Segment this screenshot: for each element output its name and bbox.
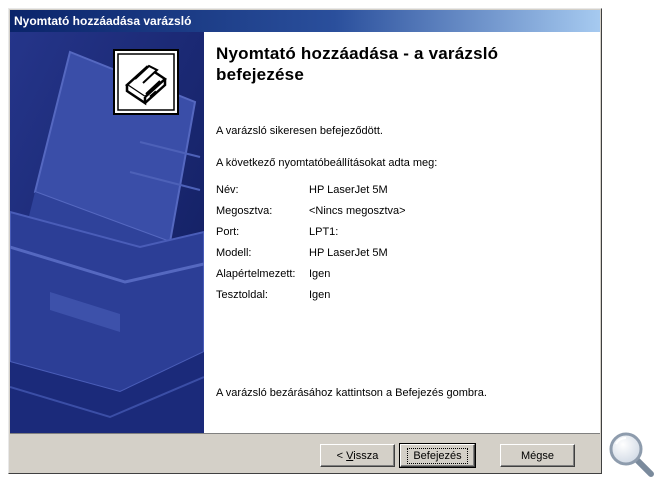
intro-text: A következő nyomtatóbeállításokat adta m…	[216, 157, 438, 169]
setting-label: Modell:	[216, 247, 252, 259]
magnifier-icon[interactable]	[606, 430, 658, 480]
back-button[interactable]: < Vissza	[320, 444, 395, 467]
setting-label: Megosztva:	[216, 205, 273, 217]
title-bar[interactable]: Nyomtató hozzáadása varázsló	[10, 10, 600, 32]
setting-row-name: Név: HP LaserJet 5M	[216, 183, 406, 204]
page-title: Nyomtató hozzáadása - a varázsló befejez…	[216, 44, 499, 84]
setting-value: <Nincs megosztva>	[309, 205, 406, 217]
setting-row-port: Port: LPT1:	[216, 225, 406, 246]
setting-row-testpage: Tesztoldal: Igen	[216, 288, 406, 309]
setting-value: Igen	[309, 268, 331, 280]
setting-value: Igen	[309, 289, 331, 301]
cancel-button[interactable]: Mégse	[500, 444, 575, 467]
setting-value: HP LaserJet 5M	[309, 247, 388, 259]
setting-row-model: Modell: HP LaserJet 5M	[216, 246, 406, 267]
closing-text: A varázsló bezárásához kattintson a Befe…	[216, 387, 487, 399]
back-button-label: issza	[353, 449, 379, 462]
wizard-window: Nyomtató hozzáadása varázsló Nyomtató ho…	[8, 8, 602, 474]
finish-button-label: Befejezés	[407, 447, 468, 464]
page: Nyomtató hozzáadása varázsló Nyomtató ho…	[0, 0, 663, 484]
setting-label: Alapértelmezett:	[216, 268, 296, 280]
wizard-main: Nyomtató hozzáadása - a varázsló befejez…	[204, 32, 600, 433]
setting-value: LPT1:	[309, 226, 339, 238]
window-title: Nyomtató hozzáadása varázsló	[14, 14, 192, 28]
wizard-sidebar	[10, 32, 204, 433]
printer-icon	[113, 49, 179, 115]
settings-list: Név: HP LaserJet 5M Megosztva: <Nincs mego…	[216, 183, 406, 309]
cancel-button-label: Mégse	[520, 449, 555, 462]
setting-label: Tesztoldal:	[216, 289, 268, 301]
setting-value: HP LaserJet 5M	[309, 184, 388, 196]
setting-row-default: Alapértelmezett: Igen	[216, 267, 406, 288]
finish-button[interactable]: Befejezés	[399, 443, 476, 468]
setting-label: Név:	[216, 184, 239, 196]
wizard-content: Nyomtató hozzáadása - a varázsló befejez…	[10, 32, 600, 434]
success-text: A varázsló sikeresen befejeződött.	[216, 125, 383, 137]
setting-row-shared: Megosztva: <Nincs megosztva>	[216, 204, 406, 225]
back-button-prefix: <	[336, 449, 347, 462]
setting-label: Port:	[216, 226, 240, 238]
